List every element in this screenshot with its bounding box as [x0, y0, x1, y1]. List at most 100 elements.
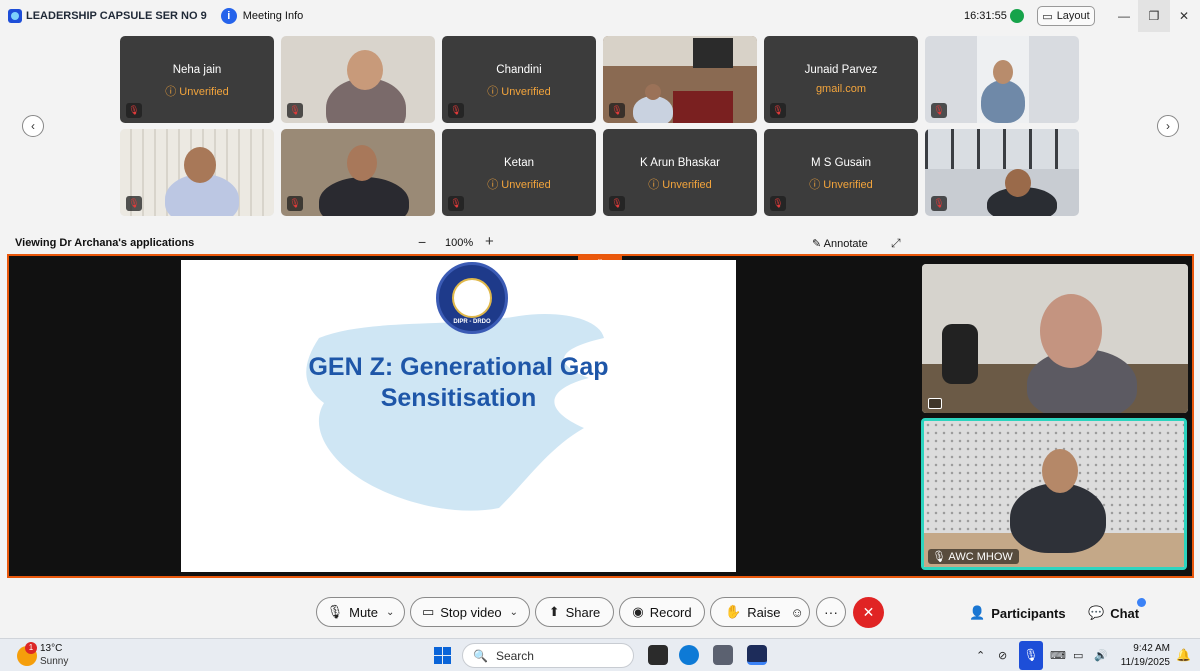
muted-mic-icon: 🎙 [448, 196, 464, 211]
participant-tile[interactable]: Neha jain ⓘ Unverified 🎙 [120, 36, 274, 123]
zoom-level: 100% [445, 237, 474, 249]
participant-name: Neha jain [172, 64, 222, 76]
participant-tile[interactable]: M S Gusain ⓘ Unverified 🎙 [764, 129, 918, 216]
chevron-down-icon[interactable]: ⌄ [386, 607, 394, 618]
meeting-info-icon[interactable]: i [220, 8, 237, 24]
participant-video-tile[interactable]: 🎙 [925, 36, 1079, 123]
self-view-label: 🎙 AWC MHOW [928, 549, 1019, 564]
start-menu-icon[interactable] [434, 647, 451, 664]
wifi-off-icon[interactable]: ⊘ [998, 649, 1007, 662]
reactions-icon[interactable]: ☺ [790, 605, 803, 620]
minimize-button[interactable]: — [1108, 0, 1140, 32]
raise-hand-button[interactable]: ✋ Raise ☺ [710, 597, 810, 627]
participants-icon: 👤 [969, 605, 986, 620]
screen-share-icon [928, 398, 942, 409]
muted-mic-icon: 🎙 [126, 196, 142, 211]
participant-status: ⓘ Unverified [487, 179, 551, 191]
weather-description[interactable]: Sunny [40, 656, 68, 667]
meeting-info-link[interactable]: Meeting Info [243, 10, 304, 22]
muted-mic-icon: 🎙 [126, 103, 142, 118]
weather-temperature[interactable]: 13°C [40, 643, 62, 654]
edge-browser-icon[interactable] [679, 645, 699, 665]
chevron-down-icon[interactable]: ⌄ [510, 607, 518, 618]
task-view-icon[interactable] [648, 645, 668, 665]
camera-app-icon[interactable] [713, 645, 733, 665]
participant-name: Chandini [496, 64, 542, 76]
annotate-button[interactable]: ✎ Annotate [812, 237, 868, 250]
search-icon: 🔍 [473, 648, 488, 663]
expand-icon[interactable]: ⤢ [891, 236, 901, 251]
share-button[interactable]: ⬆ Share [535, 597, 614, 627]
share-screen-icon: ⬆ [548, 604, 560, 619]
muted-mic-icon: 🎙 [931, 196, 947, 211]
participant-name: Junaid Parvez [804, 64, 878, 76]
muted-mic-icon: 🎙 [609, 196, 625, 211]
record-button[interactable]: ◉ Record [619, 597, 705, 627]
webex-app-icon[interactable] [747, 645, 767, 665]
restore-button[interactable]: ❐ [1138, 0, 1170, 32]
participant-video-tile[interactable]: 🎙 [925, 129, 1079, 216]
taskbar-search[interactable]: 🔍 Search [462, 643, 634, 668]
participant-video [925, 36, 1079, 123]
meeting-title: LEADERSHIP CAPSULE SER NO 9 [26, 10, 207, 22]
webex-logo-icon [8, 9, 22, 23]
record-icon: ◉ [632, 604, 644, 619]
mic-icon: 🎙 [932, 551, 949, 563]
close-window-button[interactable]: ✕ [1168, 0, 1200, 32]
taskbar-date[interactable]: 11/19/2025 [1108, 657, 1170, 668]
participant-video-tile[interactable]: 🎙 [281, 36, 435, 123]
weather-alert-badge: 1 [25, 642, 37, 654]
leave-meeting-button[interactable]: ✕ [853, 597, 884, 628]
participant-name: K Arun Bhaskar [640, 157, 720, 169]
notification-bell-icon[interactable]: 🔔 [1176, 648, 1191, 662]
muted-mic-icon: 🎙 [287, 196, 303, 211]
participant-video [120, 129, 274, 216]
display-icon[interactable]: ▭ [1073, 649, 1083, 662]
camera-icon: ▭ [421, 604, 435, 619]
participant-name: Ketan [503, 157, 535, 169]
next-page-arrow-icon[interactable]: › [1157, 115, 1179, 137]
show-hidden-icons-icon[interactable]: ⌃ [976, 649, 985, 662]
more-options-button[interactable]: ··· [816, 597, 846, 627]
participant-video [281, 129, 435, 216]
zoom-out-icon[interactable]: − [418, 234, 426, 250]
pen-icon: ✎ [812, 238, 824, 250]
participant-video-tile[interactable]: 🎙 [281, 129, 435, 216]
share-view-bar: Viewing Dr Archana's applications − 100%… [0, 232, 1200, 256]
participant-status: gmail.com [815, 83, 867, 95]
zoom-in-icon[interactable]: + [485, 233, 494, 250]
slide-title: GEN Z: Generational Gap Sensitisation [308, 353, 609, 412]
microphone-in-use-icon[interactable]: 🎙 [1019, 641, 1043, 670]
participant-video-tile[interactable]: 🎙 [120, 129, 274, 216]
layout-icon: ▭ [1042, 10, 1053, 23]
meeting-controls: 🎙 Mute ⌄ ▭ Stop video ⌄ ⬆ Share ◉ Record… [0, 585, 1200, 637]
participant-tile[interactable]: K Arun Bhaskar ⓘ Unverified 🎙 [603, 129, 757, 216]
prev-page-arrow-icon[interactable]: ‹ [22, 115, 44, 137]
participant-video [925, 129, 1079, 216]
connection-status-icon[interactable] [1010, 9, 1024, 23]
participant-tile[interactable]: Ketan ⓘ Unverified 🎙 [442, 129, 596, 216]
self-view-video[interactable]: 🎙 AWC MHOW [921, 418, 1187, 570]
chat-icon: 💬 [1088, 605, 1105, 620]
muted-mic-icon: 🎙 [287, 103, 303, 118]
keyboard-icon[interactable]: ⌨ [1050, 649, 1066, 662]
meeting-clock: 16:31:55 [964, 10, 1007, 22]
muted-mic-icon: 🎙 [770, 196, 786, 211]
volume-icon[interactable]: 🔊 [1094, 649, 1108, 662]
presenter-video[interactable] [922, 264, 1188, 413]
participant-video-tile[interactable]: 🎙 [603, 36, 757, 123]
participants-button[interactable]: 👤 Participants [969, 605, 1066, 621]
taskbar-time[interactable]: 9:42 AM [1118, 643, 1170, 654]
participant-video [281, 36, 435, 123]
chat-unread-badge [1137, 598, 1146, 607]
mute-button[interactable]: 🎙 Mute ⌄ [316, 597, 405, 627]
chat-button[interactable]: 💬 Chat [1088, 605, 1139, 621]
stop-video-button[interactable]: ▭ Stop video ⌄ [410, 597, 530, 627]
participant-name: M S Gusain [810, 157, 872, 169]
participant-tile[interactable]: Junaid Parvez gmail.com 🎙 [764, 36, 918, 123]
drdo-emblem: DIPR - DRDO [436, 262, 508, 334]
participant-tile[interactable]: Chandini ⓘ Unverified 🎙 [442, 36, 596, 123]
layout-button[interactable]: ▭ Layout [1037, 6, 1095, 26]
muted-mic-icon: 🎙 [931, 103, 947, 118]
participant-status: ⓘ Unverified [648, 179, 712, 191]
